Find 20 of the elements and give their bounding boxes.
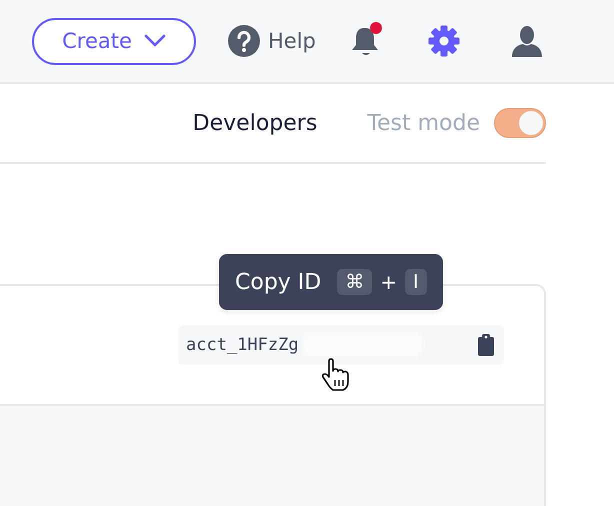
keyboard-key: I <box>405 269 427 295</box>
keyboard-key: ⌘ <box>337 269 372 295</box>
user-icon <box>510 25 543 57</box>
help-link[interactable]: Help <box>228 25 316 57</box>
test-mode-toggle[interactable] <box>494 108 546 138</box>
plus-sign: + <box>380 270 397 294</box>
chevron-down-icon <box>144 34 166 48</box>
notifications-button[interactable] <box>350 24 382 58</box>
hand-cursor-icon <box>321 358 351 392</box>
test-mode-label: Test mode <box>367 110 480 136</box>
create-button[interactable]: Create <box>32 18 196 64</box>
developers-link[interactable]: Developers <box>192 110 318 136</box>
clipboard-icon[interactable] <box>478 334 494 356</box>
account-id-field[interactable]: acct_1HFzZg <box>178 325 504 365</box>
account-button[interactable] <box>510 25 543 57</box>
account-id: acct_1HFzZg <box>186 335 299 355</box>
settings-icon <box>428 25 460 57</box>
tooltip-text: Copy ID <box>235 270 322 294</box>
help-icon <box>228 25 260 57</box>
settings-button[interactable] <box>428 25 460 57</box>
